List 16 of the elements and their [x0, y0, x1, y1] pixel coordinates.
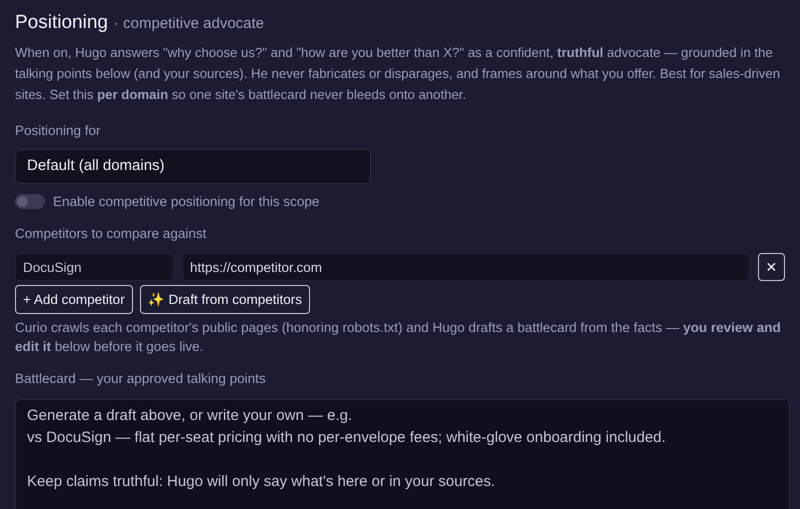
scope-select[interactable]: Default (all domains)	[15, 148, 371, 184]
description: When on, Hugo answers "why choose us?" and "how are you better than X?" as a confident, truthful advocate — grounded in the talking points below (and your sources). He never fabricates or disparages, and frames around what you offer. Best for sales-driven sites. Set this per domain so one site's battlecard never bleeds onto another.	[15, 44, 782, 104]
field-label: Positioning for	[15, 122, 102, 140]
toggle-switch[interactable]	[15, 194, 45, 210]
battlecard-field[interactable]: Generate a draft above, or write your own — e.g. vs DocuSign — flat per-seat pricing with no per-envelope fees; white-glove onboarding included. Keep claims truthful: Hugo will only say what's here or in your sources.	[15, 398, 790, 509]
competitor-url-field[interactable]: https://competitor.com	[182, 253, 750, 282]
draft-button[interactable]: ✨ Draft from competitors	[140, 285, 310, 314]
section-title: Positioning	[15, 11, 108, 35]
toggle-label: Enable competitive positioning for this scope	[53, 192, 320, 211]
field-label: Battlecard — your approved talking points	[15, 370, 267, 388]
competitor-name-field[interactable]: DocuSign	[15, 253, 174, 282]
add-competitor-button[interactable]: + Add competitor	[15, 285, 133, 314]
section-subtitle: · competitive advocate	[114, 14, 264, 34]
field-label: Competitors to compare against	[15, 225, 208, 243]
crawl-note: Curio crawls each competitor's public pages (honoring robots.txt) and Hugo drafts a battlecard from the facts — you review and edit it below before it goes live.	[15, 319, 782, 356]
remove-button[interactable]: ✕	[758, 253, 785, 282]
